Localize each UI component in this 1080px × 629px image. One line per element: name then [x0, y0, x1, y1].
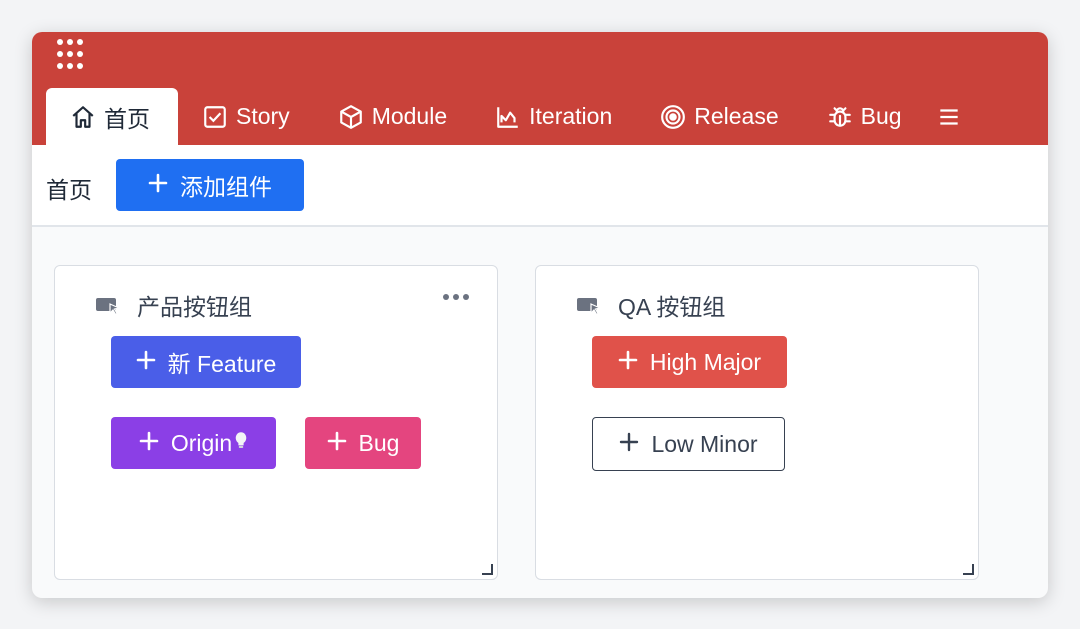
tab-label: 首页 [104, 105, 150, 132]
top-bar: 首页 Story Module Iteration Release Bug [32, 32, 1048, 145]
resize-handle[interactable] [482, 564, 493, 575]
add-component-button[interactable]: 添加组件 [116, 159, 304, 211]
lightbulb-icon [234, 430, 248, 457]
tab-iteration[interactable]: Iteration [471, 88, 636, 145]
plus-icon [619, 431, 639, 458]
product-button-group-card: 产品按钮组 新 Feature Origin Bug [54, 265, 498, 580]
page-title: 首页 [46, 177, 92, 203]
app-grid-icon[interactable] [56, 38, 90, 72]
checkbox-icon [202, 104, 228, 130]
button-label: High Major [649, 348, 762, 375]
card-title: 产品按钮组 [95, 288, 252, 322]
tab-release[interactable]: Release [636, 88, 802, 145]
tab-story[interactable]: Story [178, 88, 314, 145]
plus-icon [139, 430, 159, 457]
button-label: Origin [170, 429, 233, 456]
tab-bar: 首页 Story Module Iteration Release Bug [46, 88, 1048, 145]
tab-module[interactable]: Module [314, 88, 471, 145]
app-window: 首页 Story Module Iteration Release Bug 首页… [32, 32, 1048, 598]
more-options-icon[interactable] [443, 294, 469, 300]
card-title-text: 产品按钮组 [137, 294, 252, 320]
tab-label: Story [236, 103, 290, 129]
button-label: Low Minor [651, 430, 758, 457]
new-feature-button[interactable]: 新 Feature [111, 336, 301, 388]
tab-label: Bug [860, 103, 902, 129]
plus-icon [136, 349, 156, 376]
card-title: QA 按钮组 [576, 288, 725, 322]
button-label: 新 Feature [167, 351, 277, 377]
tab-label: Iteration [529, 103, 613, 129]
tab-home[interactable]: 首页 [46, 88, 178, 145]
cube-icon [338, 104, 364, 130]
target-icon [660, 104, 686, 130]
bug-icon [827, 104, 853, 130]
tab-overflow[interactable] [926, 88, 962, 145]
qa-button-group-card: QA 按钮组 High Major Low Minor [535, 265, 979, 580]
origin-button[interactable]: Origin [111, 417, 276, 469]
bug-button[interactable]: Bug [305, 417, 421, 469]
low-minor-button[interactable]: Low Minor [592, 417, 785, 471]
plus-icon [618, 349, 638, 376]
tab-bug[interactable]: Bug [803, 88, 926, 145]
tab-label: Release [694, 103, 779, 129]
widget-icon [95, 295, 121, 315]
widget-icon [576, 295, 602, 315]
more-tab-icon [936, 104, 962, 130]
high-major-button[interactable]: High Major [592, 336, 787, 388]
resize-handle[interactable] [963, 564, 974, 575]
toolbar: 首页 添加组件 [32, 145, 1048, 227]
add-component-label: 添加组件 [180, 174, 272, 200]
plus-icon [148, 172, 168, 199]
home-icon [70, 104, 96, 130]
chart-icon [495, 104, 521, 130]
card-title-text: QA 按钮组 [618, 294, 726, 320]
button-label: Bug [358, 429, 400, 456]
tab-label: Module [371, 103, 448, 129]
plus-icon [327, 430, 347, 457]
